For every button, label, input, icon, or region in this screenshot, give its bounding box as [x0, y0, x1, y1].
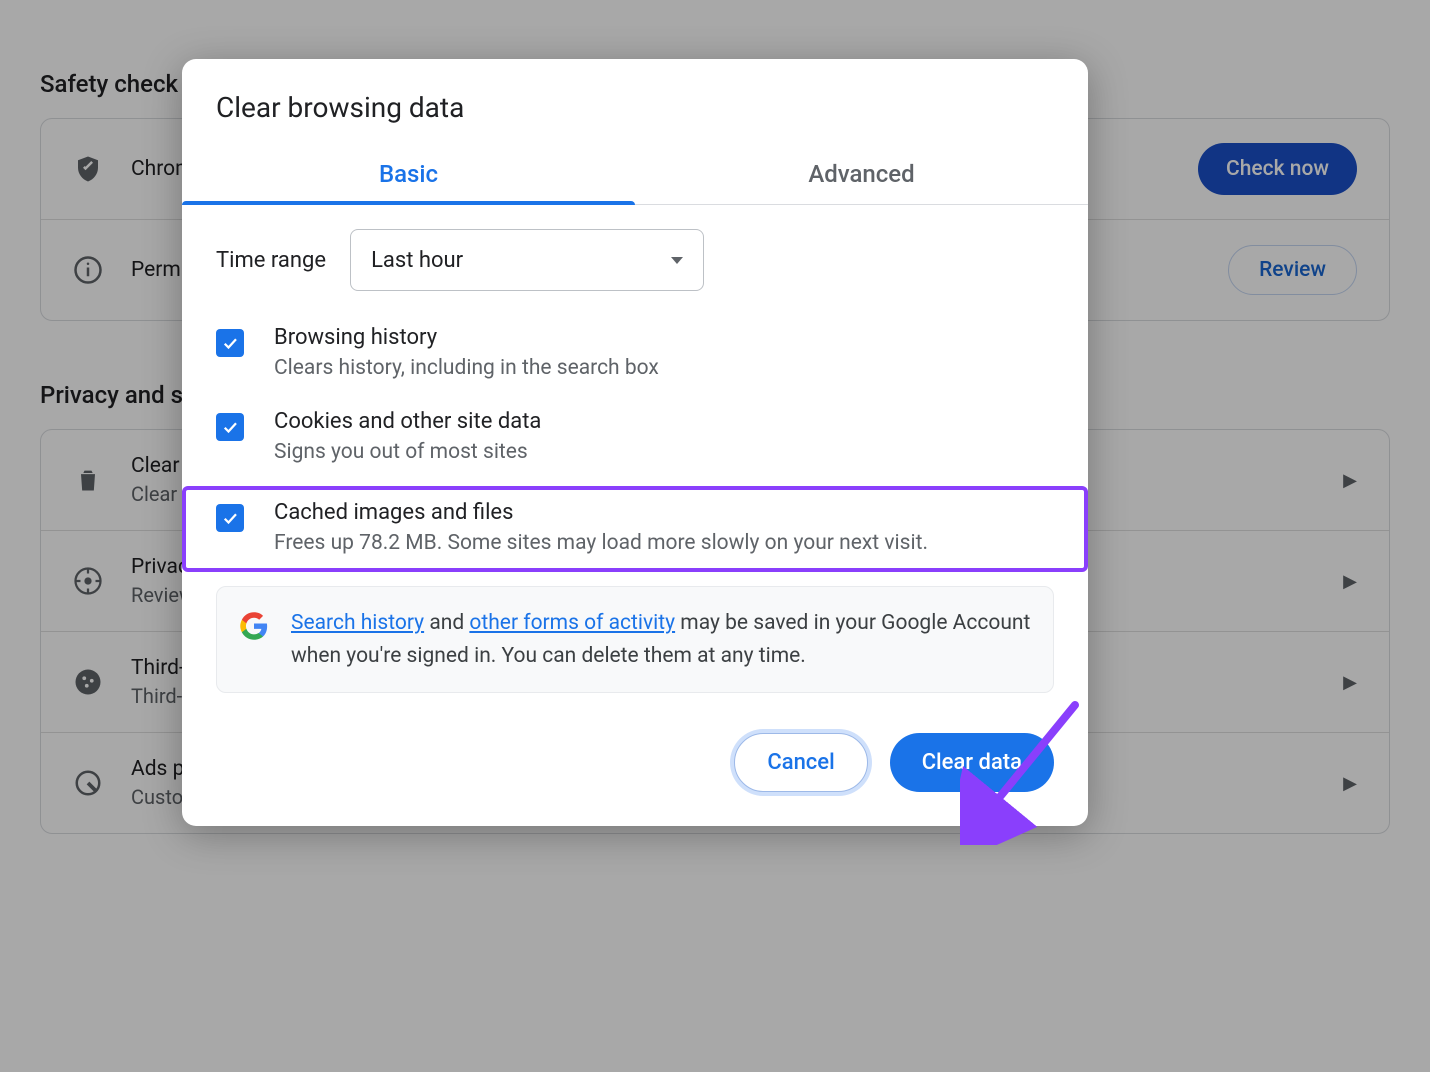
info-text: Search history and other forms of activi…	[291, 607, 1031, 672]
cancel-button[interactable]: Cancel	[734, 733, 867, 792]
time-range-value: Last hour	[371, 248, 463, 273]
check-sub: Signs you out of most sites	[274, 438, 541, 467]
check-texts: Cookies and other site data Signs you ou…	[274, 409, 541, 467]
time-range-label: Time range	[216, 248, 326, 273]
time-range-row: Time range Last hour	[216, 229, 1054, 291]
check-texts: Cached images and files Frees up 78.2 MB…	[274, 500, 928, 558]
check-title: Browsing history	[274, 325, 659, 350]
tab-advanced[interactable]: Advanced	[635, 146, 1088, 204]
link-other-forms[interactable]: other forms of activity	[469, 611, 675, 635]
checkbox-browsing-history[interactable]	[216, 329, 244, 357]
clear-browsing-data-dialog: Clear browsing data Basic Advanced Time …	[182, 59, 1088, 826]
check-texts: Browsing history Clears history, includi…	[274, 325, 659, 383]
google-account-info-box: Search history and other forms of activi…	[216, 586, 1054, 693]
dialog-title: Clear browsing data	[182, 59, 1088, 146]
checkbox-row-browsing-history[interactable]: Browsing history Clears history, includi…	[216, 317, 1054, 401]
dialog-content: Time range Last hour Browsing history Cl…	[182, 205, 1088, 693]
dialog-buttons: Cancel Clear data	[182, 693, 1088, 798]
dialog-tabs: Basic Advanced	[182, 146, 1088, 205]
active-tab-indicator	[182, 201, 635, 205]
checkbox-row-cookies[interactable]: Cookies and other site data Signs you ou…	[216, 401, 1054, 485]
check-title: Cached images and files	[274, 500, 928, 525]
checkbox-cache[interactable]	[216, 504, 244, 532]
chevron-down-icon	[671, 257, 683, 264]
info-text-connector: and	[424, 611, 469, 635]
clear-data-button[interactable]: Clear data	[890, 733, 1054, 792]
time-range-select[interactable]: Last hour	[350, 229, 704, 291]
tab-basic[interactable]: Basic	[182, 146, 635, 204]
checkbox-row-cache[interactable]: Cached images and files Frees up 78.2 MB…	[216, 500, 1054, 558]
annotation-highlight-cache: Cached images and files Frees up 78.2 MB…	[182, 486, 1088, 572]
check-title: Cookies and other site data	[274, 409, 541, 434]
check-sub: Frees up 78.2 MB. Some sites may load mo…	[274, 529, 928, 558]
link-search-history[interactable]: Search history	[291, 611, 424, 635]
checkbox-cookies[interactable]	[216, 413, 244, 441]
check-sub: Clears history, including in the search …	[274, 354, 659, 383]
google-icon	[239, 611, 269, 641]
